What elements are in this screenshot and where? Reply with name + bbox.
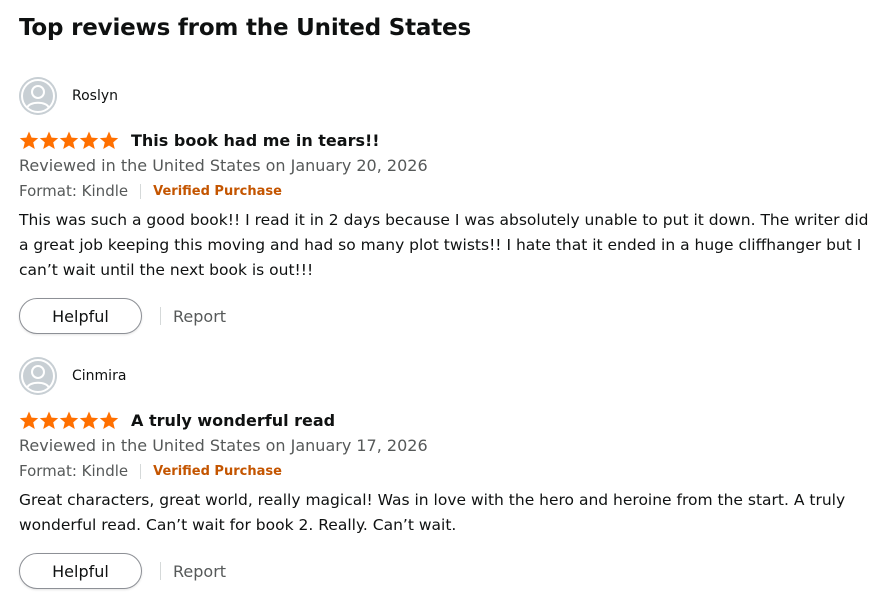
star-rating[interactable]: [19, 131, 119, 150]
verified-purchase-badge: Verified Purchase: [153, 183, 282, 199]
divider: [140, 463, 142, 479]
star-icon: [39, 131, 59, 149]
reviews-section: Top reviews from the United States Rosly…: [0, 0, 885, 596]
section-heading: Top reviews from the United States: [19, 15, 471, 41]
divider: [160, 562, 161, 580]
user-avatar-icon: [19, 357, 57, 395]
helpful-button[interactable]: Helpful: [19, 298, 142, 334]
helpful-button[interactable]: Helpful: [19, 553, 142, 589]
star-icon: [99, 131, 119, 149]
review-item: Cinmira A truly wonderful read Reviewed …: [19, 357, 869, 589]
review-item: Roslyn This book had me in tears!! Revie…: [19, 77, 869, 334]
report-link[interactable]: Report: [173, 307, 226, 326]
divider: [160, 307, 161, 325]
verified-purchase-badge: Verified Purchase: [153, 463, 282, 479]
review-body: Great characters, great world, really ma…: [19, 491, 846, 534]
reviewer-name[interactable]: Cinmira: [72, 368, 126, 384]
star-icon: [39, 411, 59, 429]
star-icon: [99, 411, 119, 429]
review-title[interactable]: A truly wonderful read: [131, 411, 335, 430]
reviewer-profile[interactable]: Cinmira: [19, 357, 869, 395]
review-body: This was such a good book!! I read it in…: [19, 211, 869, 279]
review-date: Reviewed in the United States on January…: [19, 156, 428, 175]
star-rating[interactable]: [19, 411, 119, 430]
user-avatar-icon: [19, 77, 57, 115]
review-format[interactable]: Format: Kindle: [19, 462, 128, 480]
star-icon: [79, 131, 99, 149]
star-icon: [19, 131, 39, 149]
star-icon: [59, 131, 79, 149]
reviewer-name[interactable]: Roslyn: [72, 88, 118, 104]
reviewer-profile[interactable]: Roslyn: [19, 77, 869, 115]
star-icon: [59, 411, 79, 429]
star-icon: [19, 411, 39, 429]
report-link[interactable]: Report: [173, 562, 226, 581]
divider: [140, 183, 142, 199]
review-format[interactable]: Format: Kindle: [19, 182, 128, 200]
review-date: Reviewed in the United States on January…: [19, 436, 428, 455]
review-title[interactable]: This book had me in tears!!: [131, 131, 380, 150]
star-icon: [79, 411, 99, 429]
